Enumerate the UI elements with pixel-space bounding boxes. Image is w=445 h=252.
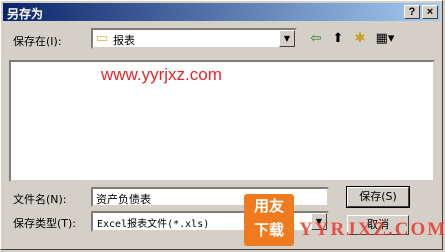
filename-label: 文件名(N): [13,193,67,206]
back-icon[interactable]: ⇦ [307,31,325,47]
folder-icon: ▭ [96,31,109,46]
save-as-dialog: 另存为 ? × 保存在(I): ▭ 报表 ▼ ⇦ ⬆ ✱ ▦▾ www.yyrj… [0,0,445,250]
save-button[interactable]: 保存(S) [346,186,410,208]
save-in-label: 保存在(I): [13,35,62,48]
window-title: 另存为 [7,7,44,21]
up-folder-icon[interactable]: ⬆ [329,31,347,47]
filetype-value: Excel报表文件(*.xls) [97,219,210,230]
title-bar: 另存为 ? × [3,3,440,21]
save-in-value: 报表 [113,34,135,47]
filename-value: 资产负债表 [96,193,151,206]
new-folder-icon[interactable]: ✱ [351,31,369,47]
chevron-down-icon[interactable]: ▼ [279,30,295,47]
view-menu-icon[interactable]: ▦▾ [373,31,397,47]
file-list[interactable]: www.yyrjxz.com [9,60,435,182]
help-button[interactable]: ? [404,5,420,19]
filetype-label: 保存类型(T): [13,217,77,230]
watermark-text: www.yyrjxz.com [101,65,222,84]
logo: 用友 下载 [244,194,294,246]
close-button[interactable]: × [422,5,438,19]
brand-watermark: YYRJXZ.COM [299,219,445,240]
save-in-combo[interactable]: ▭ 报表 ▼ [91,28,297,49]
